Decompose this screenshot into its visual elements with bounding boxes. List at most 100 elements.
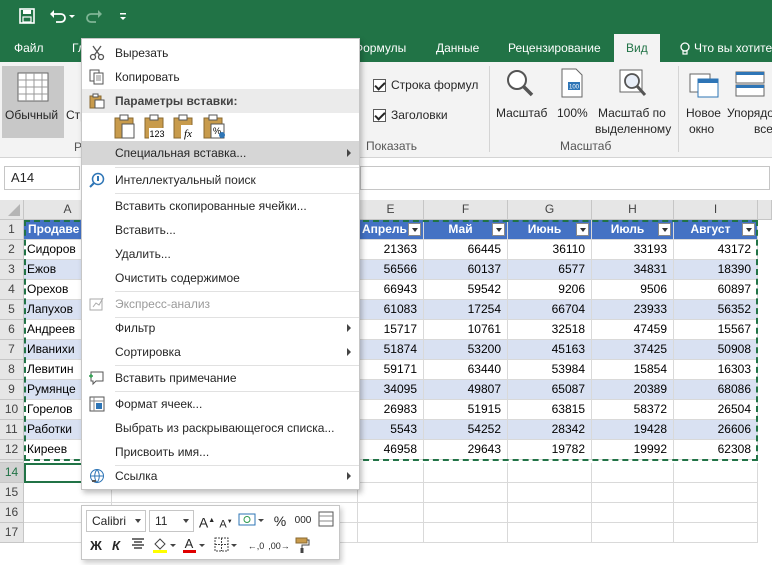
row-header[interactable]: 2 [0,240,24,260]
table-cell-value[interactable]: 15717 [358,320,424,340]
table-cell-value[interactable]: 66943 [358,280,424,300]
normal-view-button[interactable]: Обычный [2,66,64,138]
table-header-cell[interactable]: Апрель [358,220,424,240]
table-cell-value[interactable]: 18390 [674,260,758,280]
table-cell-value[interactable]: 59542 [424,280,508,300]
percent-button[interactable]: % [272,511,288,531]
paste-values-icon[interactable]: 123 [143,114,167,140]
table-cell[interactable] [674,483,758,503]
column-header-h[interactable]: H [592,200,674,220]
table-cell-value[interactable]: 17254 [424,300,508,320]
table-cell[interactable] [424,503,508,523]
decrease-decimal-icon[interactable]: ,00→ [268,536,290,556]
table-cell-value[interactable]: 66445 [424,240,508,260]
table-cell[interactable] [592,503,674,523]
accounting-format-icon[interactable] [238,511,266,531]
row-header[interactable]: 7 [0,340,24,360]
filter-dropdown-icon[interactable] [658,223,671,236]
table-header-cell[interactable]: Июнь [508,220,592,240]
table-header-cell[interactable]: Июль [592,220,674,240]
table-cell-value[interactable]: 46958 [358,440,424,460]
table-cell-value[interactable]: 29643 [424,440,508,460]
zoom-100-button[interactable]: 100 100% [554,66,590,136]
table-cell-value[interactable]: 32518 [508,320,592,340]
table-cell[interactable] [592,523,674,543]
table-cell-value[interactable]: 54252 [424,420,508,440]
increase-font-icon[interactable]: A▲ [198,511,216,531]
table-cell-value[interactable]: 16303 [674,360,758,380]
table-cell-value[interactable]: 45163 [508,340,592,360]
menu-item-paste-special[interactable]: Специальная вставка... [82,141,359,165]
format-painter-icon[interactable] [294,536,314,556]
table-cell-value[interactable]: 28342 [508,420,592,440]
menu-item-filter[interactable]: Фильтр [82,316,359,340]
table-cell[interactable] [674,503,758,523]
zoom-button[interactable]: Масштаб [493,66,551,136]
row-header[interactable]: 6 [0,320,24,340]
menu-item-delete[interactable]: Удалить... [82,242,359,266]
table-cell[interactable] [358,463,424,483]
column-header-next[interactable] [758,200,772,220]
select-all-corner[interactable] [0,200,24,220]
table-cell[interactable] [424,523,508,543]
table-cell[interactable] [508,503,592,523]
bold-button[interactable]: Ж [88,536,104,556]
tab-view[interactable]: Вид [614,34,660,62]
table-cell-value[interactable]: 9206 [508,280,592,300]
italic-button[interactable]: К [108,536,124,556]
menu-item-insert-comment[interactable]: Вставить примечание [82,366,359,390]
table-cell-value[interactable]: 56566 [358,260,424,280]
row-header[interactable]: 16 [0,503,24,523]
menu-item-copy[interactable]: Копировать [82,65,359,89]
table-cell[interactable] [508,483,592,503]
row-header[interactable]: 10 [0,400,24,420]
row-header[interactable]: 3 [0,260,24,280]
table-cell-value[interactable]: 43172 [674,240,758,260]
table-cell-value[interactable]: 56352 [674,300,758,320]
decrease-font-icon[interactable]: A▼ [218,512,234,532]
table-cell[interactable] [592,483,674,503]
table-cell-value[interactable]: 19428 [592,420,674,440]
row-header[interactable]: 15 [0,483,24,503]
table-cell-value[interactable]: 51915 [424,400,508,420]
table-cell[interactable] [674,523,758,543]
filter-dropdown-icon[interactable] [742,223,755,236]
filter-dropdown-icon[interactable] [576,223,589,236]
format-painter-table-icon[interactable] [318,511,336,531]
menu-item-insert-copied[interactable]: Вставить скопированные ячейки... [82,194,359,218]
table-cell-value[interactable]: 65087 [508,380,592,400]
tab-data[interactable]: Данные [436,34,479,62]
table-cell-value[interactable]: 36110 [508,240,592,260]
paste-icon[interactable] [113,114,137,140]
tab-review[interactable]: Рецензирование [508,34,601,62]
menu-item-sort[interactable]: Сортировка [82,340,359,364]
table-cell-value[interactable]: 66704 [508,300,592,320]
save-icon[interactable] [18,7,38,27]
tab-file[interactable]: Файл [14,34,44,62]
table-cell-value[interactable]: 26504 [674,400,758,420]
paste-formatting-icon[interactable]: % [202,114,226,140]
table-cell-value[interactable]: 9506 [592,280,674,300]
row-header[interactable]: 14 [0,463,24,483]
undo-icon[interactable] [48,7,68,27]
table-cell-value[interactable]: 33193 [592,240,674,260]
table-header-cell[interactable]: Май [424,220,508,240]
table-cell-value[interactable]: 62308 [674,440,758,460]
table-cell-value[interactable]: 19782 [508,440,592,460]
fill-color-icon[interactable] [152,536,178,556]
menu-item-format-cells[interactable]: Формат ячеек... [82,392,359,416]
table-cell-value[interactable]: 26606 [674,420,758,440]
table-cell[interactable] [424,463,508,483]
table-cell[interactable] [358,523,424,543]
column-header-g[interactable]: G [508,200,592,220]
table-cell[interactable] [508,463,592,483]
arrange-all-button[interactable]: Упорядо все [727,66,772,136]
table-cell-value[interactable]: 50908 [674,340,758,360]
undo-dropdown-icon[interactable] [68,7,78,27]
table-cell-value[interactable]: 60897 [674,280,758,300]
table-cell-value[interactable]: 53984 [508,360,592,380]
table-cell-value[interactable]: 20389 [592,380,674,400]
thousands-separator-button[interactable]: 000 [292,511,314,531]
table-cell-value[interactable]: 34831 [592,260,674,280]
row-header[interactable]: 11 [0,420,24,440]
